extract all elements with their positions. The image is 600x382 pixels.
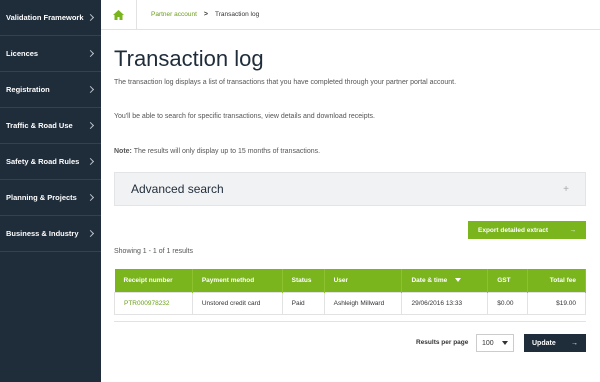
sidebar-item-planning-projects[interactable]: Planning & Projects: [0, 180, 101, 216]
update-button[interactable]: Update →: [524, 334, 586, 352]
chevron-right-icon: [86, 121, 95, 130]
arrow-right-icon: →: [569, 226, 577, 234]
column-gst[interactable]: GST: [487, 269, 529, 292]
total-fee-cell: $19.00: [527, 291, 586, 315]
sidebar-item-licences[interactable]: Licences: [0, 36, 101, 72]
sidebar-item-label: Planning & Projects: [6, 193, 77, 202]
chevron-right-icon: [86, 193, 95, 202]
results-per-page-select[interactable]: 100: [476, 334, 514, 352]
home-button[interactable]: [101, 0, 137, 30]
sidebar-item-label: Safety & Road Rules: [6, 157, 80, 166]
column-date-time[interactable]: Date & time: [401, 269, 489, 292]
export-detailed-extract-button[interactable]: Export detailed extract →: [468, 221, 586, 239]
column-total-fee[interactable]: Total fee: [527, 269, 586, 292]
home-icon: [113, 9, 124, 20]
date-time-cell: 29/06/2016 13:33: [401, 291, 489, 315]
note-label: Note:: [114, 148, 132, 155]
gst-cell: $0.00: [487, 291, 529, 315]
column-user[interactable]: User: [324, 269, 403, 292]
chevron-right-icon: [86, 229, 95, 238]
advanced-search-toggle[interactable]: Advanced search +: [114, 172, 586, 206]
column-status[interactable]: Status: [282, 269, 325, 292]
user-cell: Ashleigh Millward: [323, 291, 403, 315]
column-date-time-label: Date & time: [411, 276, 448, 284]
chevron-right-icon: [86, 49, 95, 58]
breadcrumb: Partner account > Transaction log: [101, 0, 600, 30]
sidebar: Validation Framework Licences Registrati…: [0, 0, 101, 382]
status-cell: Paid: [281, 291, 325, 315]
chevron-right-icon: [86, 157, 95, 166]
sidebar-item-validation-framework[interactable]: Validation Framework: [0, 0, 101, 36]
note-text: Note: The results will only display up t…: [114, 148, 320, 155]
results-per-page-label: Results per page: [416, 339, 469, 346]
sidebar-item-safety-road-rules[interactable]: Safety & Road Rules: [0, 144, 101, 180]
results-count: Showing 1 - 1 of 1 results: [114, 248, 193, 255]
page-title: Transaction log: [114, 46, 264, 71]
export-button-label: Export detailed extract: [478, 226, 549, 234]
sort-down-icon[interactable]: [455, 278, 462, 283]
arrow-right-icon: →: [571, 339, 578, 347]
results-per-page-value: 100: [482, 339, 494, 347]
sidebar-item-registration[interactable]: Registration: [0, 72, 101, 108]
sidebar-item-traffic-road-use[interactable]: Traffic & Road Use: [0, 108, 101, 144]
breadcrumb-separator: >: [203, 11, 208, 18]
chevron-right-icon: [86, 13, 95, 22]
chevron-down-icon: [502, 341, 508, 345]
receipt-number-link[interactable]: PTR000978232: [114, 291, 193, 315]
column-payment-method[interactable]: Payment method: [192, 269, 283, 292]
payment-method-cell: Unstored credit card: [191, 291, 283, 315]
divider: [114, 321, 586, 322]
table-header-row: Receipt number Payment method Status Use…: [114, 269, 586, 292]
sidebar-item-business-industry[interactable]: Business & Industry: [0, 216, 101, 252]
table-row: PTR000978232 Unstored credit card Paid A…: [114, 291, 586, 315]
chevron-right-icon: [86, 85, 95, 94]
advanced-search-title: Advanced search: [131, 182, 224, 196]
sidebar-item-label: Traffic & Road Use: [6, 121, 73, 130]
column-receipt-number[interactable]: Receipt number: [114, 269, 193, 292]
transactions-table: Receipt number Payment method Status Use…: [114, 269, 586, 315]
sidebar-item-label: Business & Industry: [6, 229, 79, 238]
intro-text: The transaction log displays a list of t…: [114, 79, 457, 86]
search-info-text: You'll be able to search for specific tr…: [114, 113, 376, 120]
plus-icon: +: [563, 183, 569, 195]
sidebar-item-label: Validation Framework: [6, 13, 84, 22]
sidebar-item-label: Licences: [6, 49, 39, 58]
note-body: The results will only display up to 15 m…: [131, 148, 321, 155]
breadcrumb-current: Transaction log: [214, 11, 260, 18]
breadcrumb-link-partner-account[interactable]: Partner account: [151, 11, 197, 18]
sidebar-item-label: Registration: [6, 85, 50, 94]
update-button-label: Update: [532, 339, 556, 347]
